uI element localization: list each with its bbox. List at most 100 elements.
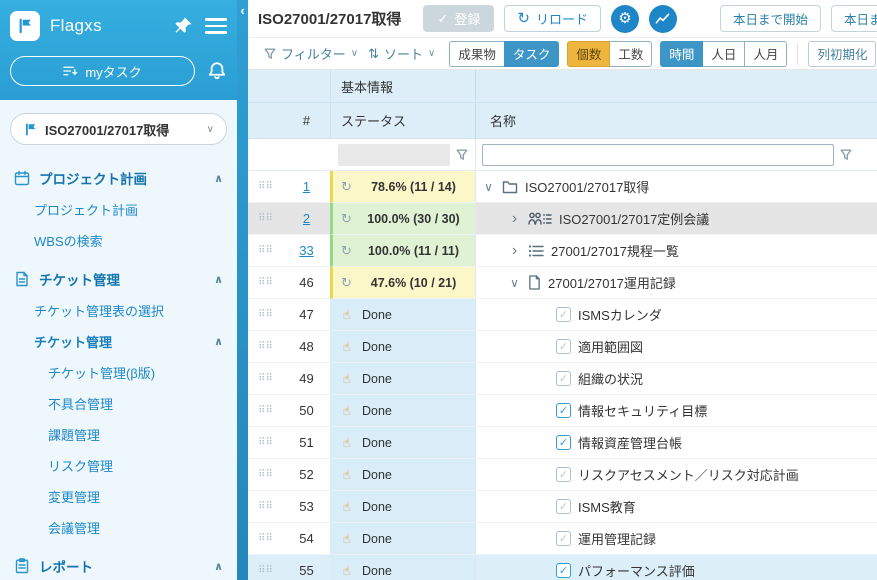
status-column-header[interactable]: ステータス bbox=[330, 103, 475, 138]
status-filter-input[interactable] bbox=[338, 144, 450, 166]
sidebar-item[interactable]: チケット管理∧ bbox=[0, 261, 237, 295]
drag-handle-icon[interactable]: ⠿⠿ bbox=[248, 459, 283, 491]
row-checkbox[interactable]: ✓ bbox=[556, 339, 571, 354]
chevron-up-icon: ∧ bbox=[214, 273, 223, 286]
table-row[interactable]: ⠿⠿1↻78.6% (11 / 14)∨ISO27001/27017取得 bbox=[248, 171, 877, 203]
row-checkbox[interactable]: ✓ bbox=[556, 435, 571, 450]
end-today-button[interactable]: 本日ま bbox=[831, 5, 877, 32]
pin-icon[interactable] bbox=[173, 16, 193, 36]
sidebar-item[interactable]: 課題管理 bbox=[0, 419, 237, 450]
sidebar-item[interactable]: リスク管理 bbox=[0, 450, 237, 481]
row-checkbox[interactable]: ✓ bbox=[556, 531, 571, 546]
sidebar-item[interactable]: チケット管理(β版) bbox=[0, 357, 237, 388]
sidebar-item[interactable]: 会議管理 bbox=[0, 512, 237, 543]
name-filter-input[interactable] bbox=[482, 144, 834, 166]
expand-open-icon[interactable]: ∨ bbox=[508, 276, 521, 290]
sidebar-item[interactable]: チケット管理表の選択 bbox=[0, 295, 237, 326]
settings-button[interactable]: ⚙ bbox=[611, 5, 639, 33]
drag-handle-icon[interactable]: ⠿⠿ bbox=[248, 555, 283, 580]
row-checkbox[interactable]: ✓ bbox=[556, 403, 571, 418]
sidebar-collapse-strip[interactable]: ‹ bbox=[237, 0, 248, 580]
expand-open-icon[interactable]: ∨ bbox=[482, 180, 495, 194]
table-row[interactable]: ⠿⠿50☝Done✓情報セキュリティ目標 bbox=[248, 395, 877, 427]
drag-handle-icon[interactable]: ⠿⠿ bbox=[248, 523, 283, 555]
expand-closed-icon[interactable]: › bbox=[508, 211, 521, 227]
row-number-link[interactable]: 33 bbox=[283, 235, 330, 267]
row-checkbox[interactable]: ✓ bbox=[556, 563, 571, 578]
hamburger-menu-icon[interactable] bbox=[205, 18, 227, 34]
table-row[interactable]: ⠿⠿2↻100.0% (30 / 30)›ISO27001/27017定例会議 bbox=[248, 203, 877, 235]
table-row[interactable]: ⠿⠿55☝Done✓パフォーマンス評価 bbox=[248, 555, 877, 580]
drag-handle-icon[interactable]: ⠿⠿ bbox=[248, 395, 283, 427]
table-row[interactable]: ⠿⠿54☝Done✓運用管理記録 bbox=[248, 523, 877, 555]
drag-handle-icon[interactable]: ⠿⠿ bbox=[248, 171, 283, 203]
toggle-button[interactable]: 人日 bbox=[702, 41, 745, 67]
row-checkbox[interactable]: ✓ bbox=[556, 499, 571, 514]
sidebar-item[interactable]: プロジェクト計画 bbox=[0, 194, 237, 225]
status-filter-funnel-icon[interactable] bbox=[456, 149, 468, 161]
table-row[interactable]: ⠿⠿47☝Done✓ISMSカレンダ bbox=[248, 299, 877, 331]
gutter-header bbox=[248, 103, 283, 138]
toggle-button[interactable]: タスク bbox=[504, 41, 560, 67]
filter-button[interactable]: フィルター ∨ bbox=[258, 44, 358, 63]
toggle-button[interactable]: 個数 bbox=[567, 41, 610, 67]
toolbar: ISO27001/27017取得 ✓ 登録 ↻ リロード ⚙ 本日まで開始 本日… bbox=[248, 0, 877, 38]
sidebar-item-label: 会議管理 bbox=[48, 521, 100, 536]
table-row[interactable]: ⠿⠿46↻47.6% (10 / 21)∨27001/27017運用記録 bbox=[248, 267, 877, 299]
name-column-header[interactable]: 名称 bbox=[475, 103, 877, 138]
drag-handle-icon[interactable]: ⠿⠿ bbox=[248, 299, 283, 331]
number-column-header[interactable]: # bbox=[283, 113, 330, 128]
sort-arrows-icon: ⇅ bbox=[368, 46, 379, 62]
sort-button[interactable]: ⇅ ソート ∨ bbox=[368, 44, 435, 63]
reload-button[interactable]: ↻ リロード bbox=[504, 5, 601, 32]
table-row[interactable]: ⠿⠿48☝Done✓適用範囲図 bbox=[248, 331, 877, 363]
status-cell: ↻78.6% (11 / 14) bbox=[330, 171, 475, 203]
name-cell: ✓情報セキュリティ目標 bbox=[475, 395, 877, 427]
drag-handle-icon[interactable]: ⠿⠿ bbox=[248, 235, 283, 267]
notification-bell-icon[interactable] bbox=[207, 61, 227, 81]
table-row[interactable]: ⠿⠿52☝Done✓リスクアセスメント／リスク対応計画 bbox=[248, 459, 877, 491]
table-row[interactable]: ⠿⠿51☝Done✓情報資産管理台帳 bbox=[248, 427, 877, 459]
row-checkbox[interactable]: ✓ bbox=[556, 467, 571, 482]
status-value: Done bbox=[358, 564, 469, 578]
row-checkbox[interactable]: ✓ bbox=[556, 371, 571, 386]
drag-handle-icon[interactable]: ⠿⠿ bbox=[248, 427, 283, 459]
table-row[interactable]: ⠿⠿33↻100.0% (11 / 11)›27001/27017規程一覧 bbox=[248, 235, 877, 267]
row-checkbox[interactable]: ✓ bbox=[556, 307, 571, 322]
reload-icon: ↻ bbox=[517, 11, 530, 26]
column-init-button[interactable]: 列初期化 bbox=[808, 41, 876, 67]
register-button[interactable]: ✓ 登録 bbox=[423, 5, 494, 32]
status-value: Done bbox=[358, 404, 469, 418]
drag-handle-icon[interactable]: ⠿⠿ bbox=[248, 363, 283, 395]
drag-handle-icon[interactable]: ⠿⠿ bbox=[248, 203, 283, 235]
chart-button[interactable] bbox=[649, 5, 677, 33]
sidebar-item[interactable]: レポート∧ bbox=[0, 548, 237, 580]
table-row[interactable]: ⠿⠿53☝Done✓ISMS教育 bbox=[248, 491, 877, 523]
sidebar-item[interactable]: チケット管理∧ bbox=[0, 326, 237, 357]
toggle-button[interactable]: 時間 bbox=[660, 41, 703, 67]
row-number-link[interactable]: 1 bbox=[283, 171, 330, 203]
toggle-button[interactable]: 工数 bbox=[609, 41, 652, 67]
status-cell: ↻47.6% (10 / 21) bbox=[330, 267, 475, 299]
drag-handle-icon[interactable]: ⠿⠿ bbox=[248, 491, 283, 523]
project-selector[interactable]: ISO27001/27017取得 ∨ bbox=[10, 113, 227, 145]
my-task-button[interactable]: myタスク bbox=[10, 56, 195, 86]
start-today-button[interactable]: 本日まで開始 bbox=[720, 5, 821, 32]
expand-closed-icon[interactable]: › bbox=[508, 243, 521, 259]
sidebar-item[interactable]: プロジェクト計画∧ bbox=[0, 160, 237, 194]
sidebar-item[interactable]: WBSの検索 bbox=[0, 225, 237, 256]
row-number: 50 bbox=[283, 395, 330, 427]
toggle-button[interactable]: 人月 bbox=[744, 41, 787, 67]
drag-handle-icon[interactable]: ⠿⠿ bbox=[248, 331, 283, 363]
sidebar-item[interactable]: 不具合管理 bbox=[0, 388, 237, 419]
name-filter-funnel-icon[interactable] bbox=[840, 149, 852, 161]
row-number-link[interactable]: 2 bbox=[283, 203, 330, 235]
sidebar-item[interactable]: 変更管理 bbox=[0, 481, 237, 512]
row-name: ISO27001/27017定例会議 bbox=[559, 209, 709, 228]
drag-handle-icon[interactable]: ⠿⠿ bbox=[248, 267, 283, 299]
row-number: 53 bbox=[283, 491, 330, 523]
name-cell: ✓組織の状況 bbox=[475, 363, 877, 395]
gear-icon: ⚙ bbox=[618, 11, 631, 26]
toggle-button[interactable]: 成果物 bbox=[449, 41, 505, 67]
table-row[interactable]: ⠿⠿49☝Done✓組織の状況 bbox=[248, 363, 877, 395]
